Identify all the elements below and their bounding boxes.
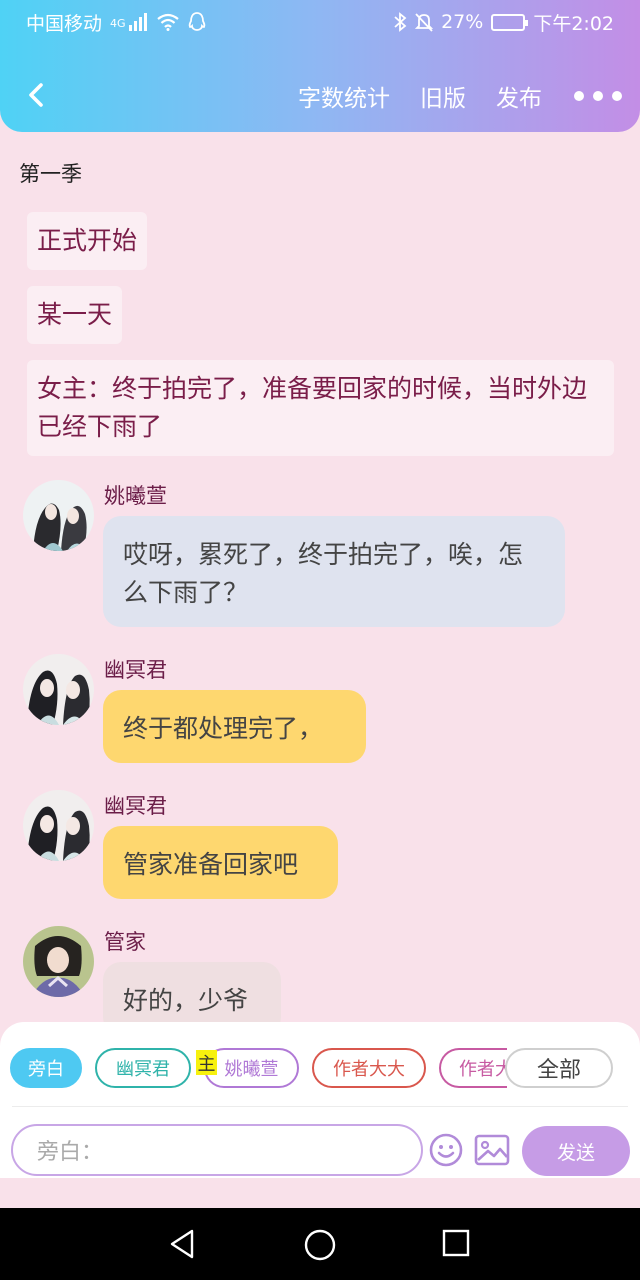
more-options-icon[interactable] (574, 91, 622, 101)
character-portrait-icon (23, 790, 94, 861)
qq-notification-icon (188, 12, 205, 31)
chevron-left-icon (29, 83, 43, 107)
battery-icon (491, 13, 529, 31)
publish-button[interactable]: 发布 (496, 79, 542, 113)
avatar-yaoxixuan[interactable] (23, 480, 94, 551)
chat-message: 幽冥君 终于都处理完了， (23, 654, 623, 766)
avatar-butler[interactable] (23, 926, 94, 997)
image-upload-icon[interactable] (474, 1134, 510, 1166)
back-button[interactable] (22, 80, 50, 110)
battery-percent: 27% (441, 11, 484, 33)
message-input[interactable]: 旁白： (11, 1124, 423, 1176)
chat-message: 姚曦萱 哎呀，累死了，终于拍完了，唉，怎么下雨了？ (23, 480, 623, 630)
wifi-icon (156, 13, 179, 31)
avatar-youmingjun[interactable] (23, 654, 94, 725)
bluetooth-icon (394, 12, 407, 32)
role-chip-youmingjun[interactable]: 幽冥君 (95, 1048, 191, 1088)
narration-block[interactable]: 某一天 (27, 286, 123, 344)
chat-message: 幽冥君 管家准备回家吧 (23, 790, 623, 902)
status-left: 中国移动 4G (26, 9, 206, 36)
message-bubble[interactable]: 好的，少爷 (103, 962, 281, 1022)
status-right: 27% 下午2:02 (393, 9, 614, 36)
message-bubble[interactable]: 哎呀，累死了，终于拍完了，唉，怎么下雨了？ (103, 516, 565, 627)
role-chip-narrator[interactable]: 旁白 (10, 1048, 82, 1088)
role-chip-author[interactable]: 作者大大 (312, 1048, 426, 1088)
carrier-label: 中国移动 (26, 12, 103, 35)
system-back-icon[interactable] (168, 1228, 198, 1260)
status-bar: 中国移动 4G 27% 下午2:02 (0, 0, 640, 44)
character-name: 姚曦萱 (104, 484, 167, 508)
show-all-roles-button[interactable]: 全部 (505, 1048, 613, 1088)
app-header: 中国移动 4G 27% 下午2:02 字数统计 旧版 发布 (0, 0, 640, 132)
protagonist-badge: 主 (196, 1050, 217, 1075)
composer-panel: 旁白 幽冥君 姚曦萱 主 作者大大 作者大 全部 旁白： 发送 (0, 1022, 640, 1178)
network-label: 4G (110, 16, 126, 30)
avatar-youmingjun[interactable] (23, 790, 94, 861)
send-button[interactable]: 发送 (522, 1126, 630, 1176)
system-navigation-bar (0, 1208, 640, 1280)
character-name: 管家 (104, 930, 146, 954)
season-title: 第一季 (19, 162, 82, 186)
chat-message: 管家 好的，少爷 (23, 926, 623, 1022)
old-version-button[interactable]: 旧版 (420, 79, 466, 113)
clock: 下午2:02 (533, 12, 614, 35)
system-recents-icon[interactable] (441, 1228, 471, 1258)
role-chip-author-2[interactable]: 作者大 (439, 1048, 507, 1088)
mute-bell-icon (415, 13, 434, 32)
word-count-button[interactable]: 字数统计 (298, 79, 390, 113)
divider (12, 1106, 628, 1107)
emoji-icon[interactable] (428, 1132, 464, 1168)
message-bubble[interactable]: 管家准备回家吧 (103, 826, 338, 899)
signal-icon (128, 13, 147, 31)
character-name: 幽冥君 (104, 794, 167, 818)
system-home-icon[interactable] (303, 1228, 337, 1262)
role-chip-yaoxixuan[interactable]: 姚曦萱 (204, 1048, 299, 1088)
narration-block[interactable]: 正式开始 (27, 212, 148, 270)
narration-block[interactable]: 女主：终于拍完了，准备要回家的时候，当时外边已经下雨了 (27, 360, 614, 456)
nav-bar: 字数统计 旧版 发布 (0, 66, 640, 126)
nav-actions: 字数统计 旧版 发布 (298, 66, 622, 126)
role-selector: 旁白 幽冥君 姚曦萱 主 作者大大 作者大 全部 (0, 1048, 640, 1090)
message-bubble[interactable]: 终于都处理完了， (103, 690, 366, 763)
character-portrait-icon (23, 480, 94, 551)
character-portrait-icon (23, 926, 94, 997)
character-name: 幽冥君 (104, 658, 167, 682)
character-portrait-icon (23, 654, 94, 725)
